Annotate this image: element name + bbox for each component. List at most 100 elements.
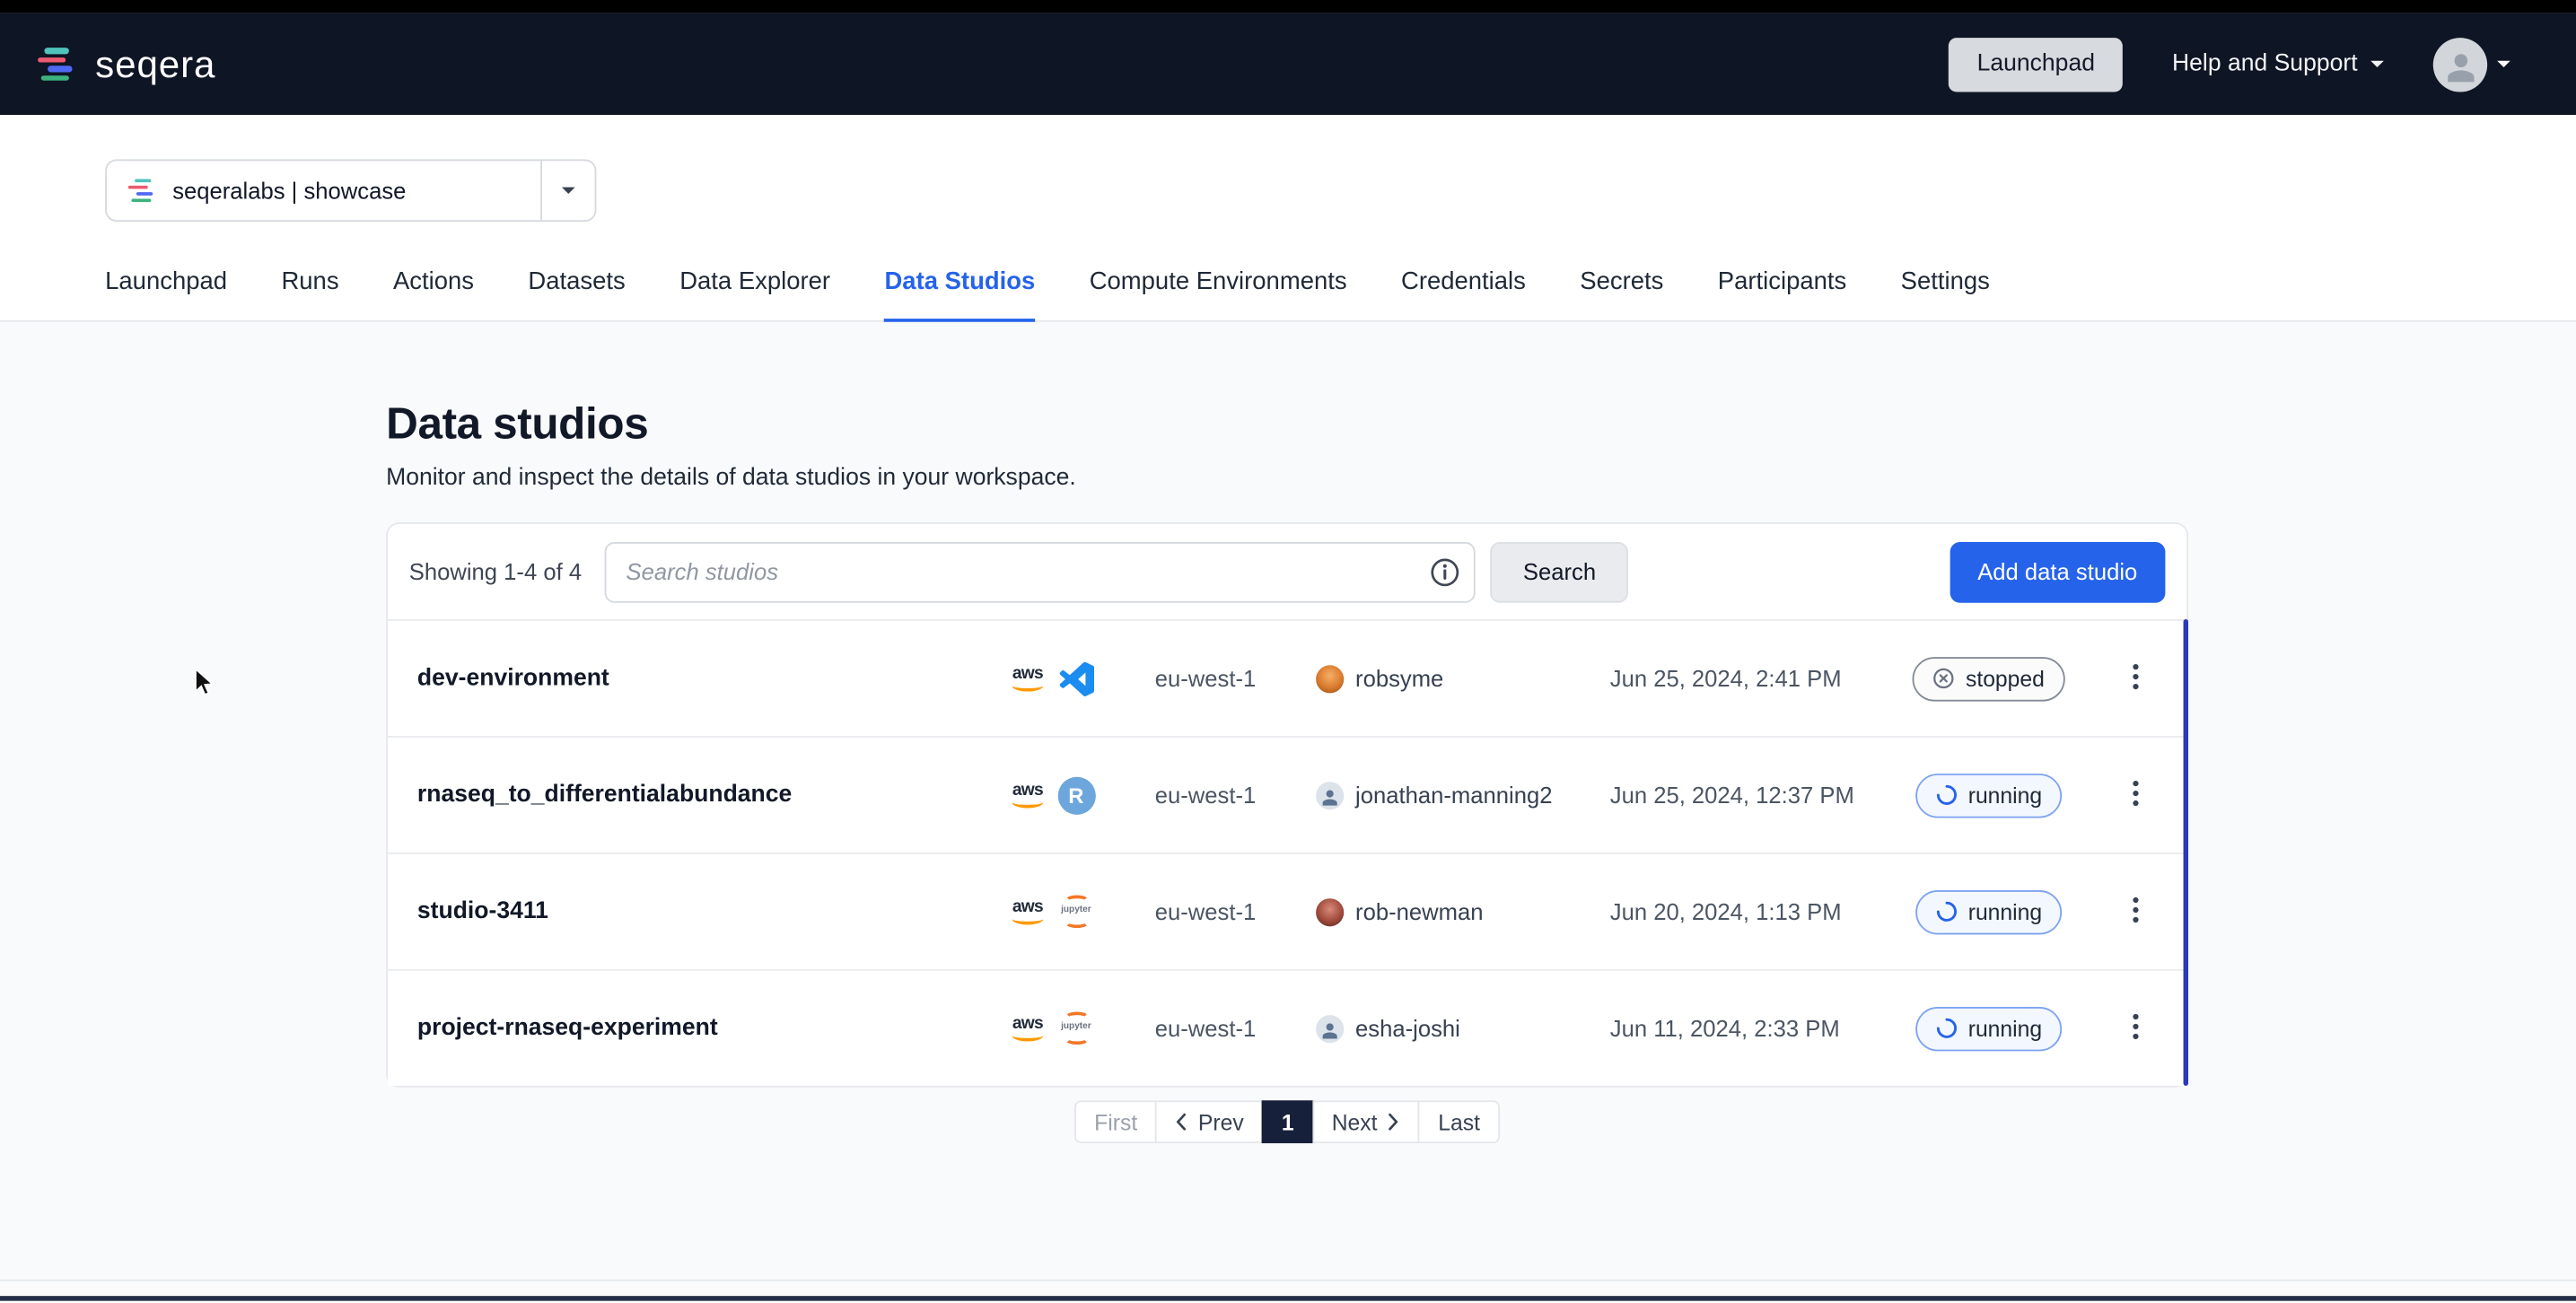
user-avatar [1316,897,1344,925]
aws-icon: aws [1012,1016,1044,1041]
pagination-current-page[interactable]: 1 [1262,1100,1314,1143]
rstudio-icon: R [1057,776,1095,814]
window-top-edge [0,0,2576,13]
tab-participants[interactable]: Participants [1718,267,1846,321]
user-avatar [1316,1014,1344,1042]
studio-date: Jun 11, 2024, 2:33 PM [1610,1015,1895,1041]
studio-row[interactable]: studio-3411 aws R jupyter eu-west-1 rob-… [388,853,2186,969]
kebab-icon [2132,663,2138,689]
tab-credentials[interactable]: Credentials [1401,267,1526,321]
user-menu[interactable] [2433,37,2510,91]
status-badge: running [1915,1006,2062,1050]
workspace-tabs: Launchpad Runs Actions Datasets Data Explore… [0,267,2576,321]
vscode-icon [1059,661,1093,695]
info-icon [1428,555,1462,589]
help-and-support-label: Help and Support [2172,51,2358,77]
chevron-down-icon [2370,61,2384,67]
seqera-logo[interactable]: seqera [36,42,215,86]
pagination-prev-button[interactable]: Prev [1155,1100,1263,1143]
showing-count: Showing 1-4 of 4 [409,558,582,584]
status-label: running [1968,783,2042,807]
person-icon [2444,51,2477,84]
studio-name-link[interactable]: dev-environment [388,665,1012,691]
studio-name-link[interactable]: rnaseq_to_differentialabundance [388,782,1012,808]
top-navbar: seqera Launchpad Help and Support [0,13,2576,115]
aws-icon: aws [1012,899,1044,924]
studio-region: eu-west-1 [1155,898,1316,924]
help-and-support-menu[interactable]: Help and Support [2172,51,2384,77]
tab-actions[interactable]: Actions [393,267,474,321]
studio-user: rob-newman [1355,898,1483,924]
search-button[interactable]: Search [1490,541,1628,602]
studio-region: eu-west-1 [1155,1015,1316,1041]
workspace-dropdown-button[interactable] [540,161,594,220]
status-badge: running [1915,889,2062,933]
person-icon [1321,788,1339,806]
person-icon [1321,1021,1339,1039]
table-scrollbar[interactable] [2183,619,2188,1086]
tab-compute-environments[interactable]: Compute Environments [1090,267,1347,321]
row-menu-button[interactable] [2116,888,2152,935]
studio-name-link[interactable]: project-rnaseq-experiment [388,1015,1012,1041]
stopped-icon [1932,667,1956,690]
search-info-button[interactable] [1428,555,1462,589]
jupyter-icon: jupyter [1061,1011,1091,1045]
user-avatar [2433,37,2487,91]
status-label: running [1968,1016,2042,1040]
workspace-name: seqeralabs | showcase [172,178,406,204]
row-menu-button[interactable] [2116,771,2152,818]
search-field-wrap [605,541,1476,602]
tab-settings[interactable]: Settings [1901,267,1990,321]
aws-icon: aws [1012,783,1044,808]
chevron-down-icon [562,188,575,194]
status-badge: running [1915,773,2062,817]
page-subtitle: Monitor and inspect the details of data … [386,465,2576,491]
workspace-bar: seqeralabs | showcase [0,115,2576,222]
pagination-last-button[interactable]: Last [1418,1100,1500,1143]
seqera-logo-icon [36,48,79,81]
add-data-studio-button[interactable]: Add data studio [1950,541,2165,602]
studio-user: jonathan-manning2 [1355,782,1552,808]
seqera-workspace-icon [128,179,158,203]
studio-date: Jun 25, 2024, 12:37 PM [1610,782,1895,808]
pagination-next-button[interactable]: Next [1312,1100,1420,1143]
row-menu-button[interactable] [2116,654,2152,702]
launchpad-button[interactable]: Launchpad [1949,37,2123,91]
user-avatar [1316,781,1344,809]
status-label: running [1968,899,2042,923]
page-title: Data studios [386,322,2576,450]
row-menu-button[interactable] [2116,1004,2152,1052]
tab-launchpad[interactable]: Launchpad [105,267,227,321]
spinner-icon [1935,900,1958,923]
navbar-actions: Launchpad Help and Support [1949,37,2510,91]
studios-table-body: dev-environment aws R jupyter eu-west-1 … [388,619,2186,1086]
studio-row[interactable]: project-rnaseq-experiment aws R jupyter … [388,969,2186,1086]
workspace-selector[interactable]: seqeralabs | showcase [105,160,596,223]
studio-date: Jun 20, 2024, 1:13 PM [1610,898,1895,924]
studio-region: eu-west-1 [1155,665,1316,691]
tab-datasets[interactable]: Datasets [528,267,625,321]
brand-wordmark: seqera [95,42,215,86]
chevron-left-icon [1175,1112,1188,1132]
tab-data-studios[interactable]: Data Studios [884,267,1035,321]
studios-table-card: Showing 1-4 of 4 Search Add data studio [386,522,2188,1088]
spinner-icon [1935,783,1958,807]
studio-user: esha-joshi [1355,1015,1460,1041]
screen: seqera Launchpad Help and Support seqera [0,0,2576,1302]
studio-user: robsyme [1355,665,1443,691]
studio-name-link[interactable]: studio-3411 [388,898,1012,924]
tab-secrets[interactable]: Secrets [1580,267,1663,321]
status-badge: stopped [1913,656,2063,700]
pagination-first-button: First [1074,1100,1157,1143]
tab-runs[interactable]: Runs [281,267,338,321]
studio-row[interactable]: dev-environment aws R jupyter eu-west-1 … [388,619,2186,736]
kebab-icon [2132,896,2138,922]
tab-data-explorer[interactable]: Data Explorer [679,267,830,321]
status-label: stopped [1966,666,2045,690]
search-input[interactable] [605,541,1476,602]
table-toolbar: Showing 1-4 of 4 Search Add data studio [388,524,2186,619]
pagination: First Prev 1 Next Last [386,1100,2188,1143]
chevron-right-icon [1388,1112,1401,1132]
studio-row[interactable]: rnaseq_to_differentialabundance aws R ju… [388,736,2186,853]
studio-region: eu-west-1 [1155,782,1316,808]
